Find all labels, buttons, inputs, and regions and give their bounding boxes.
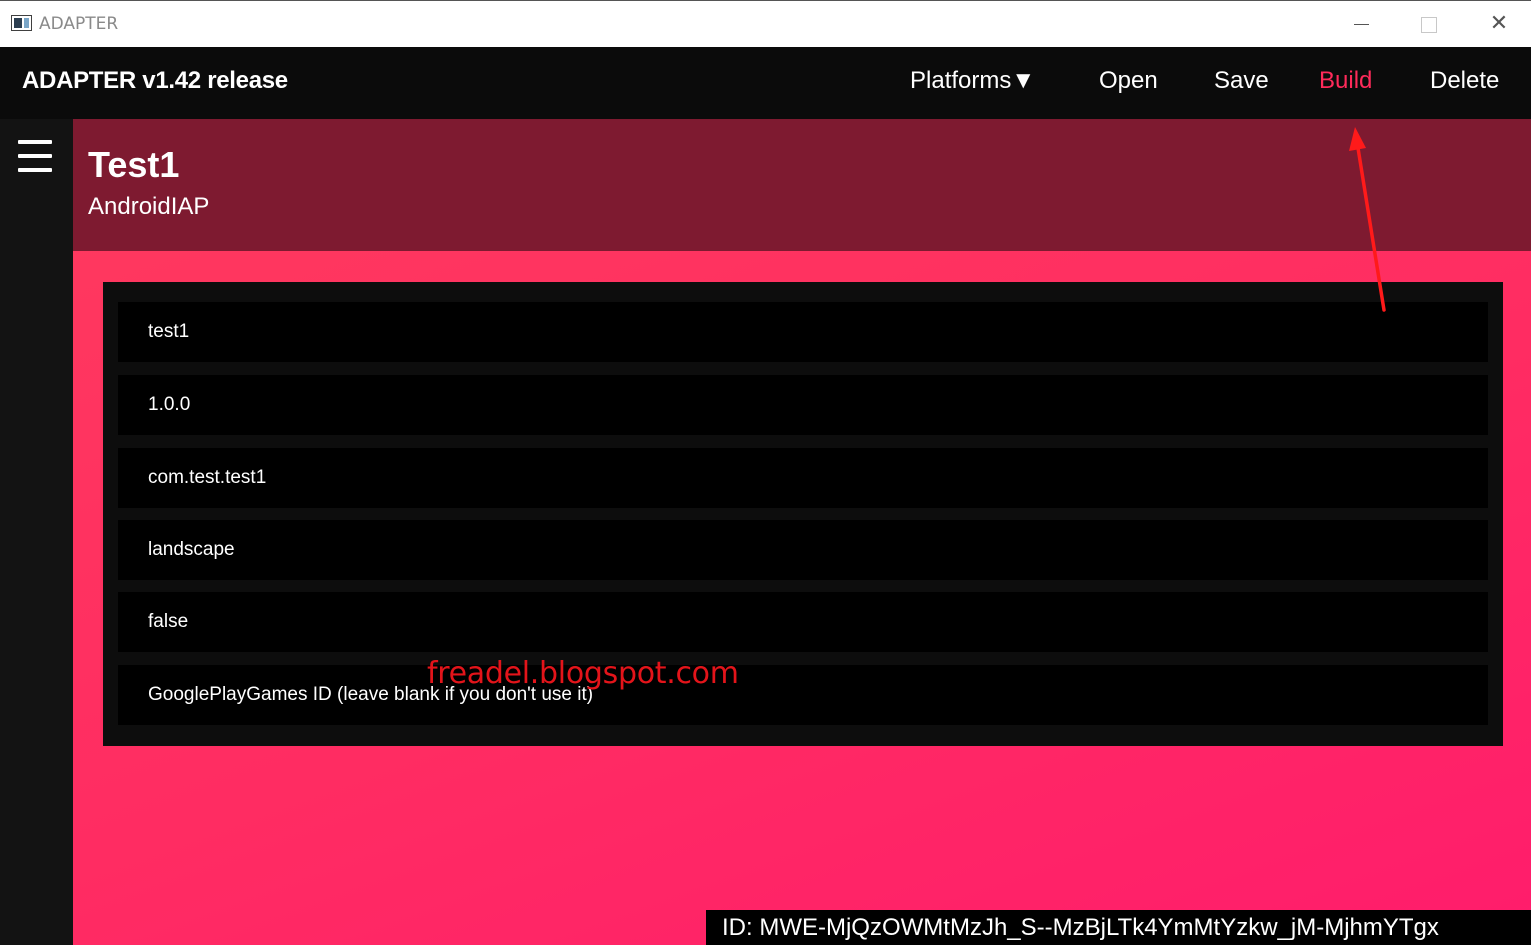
app-header-bar: ADAPTER v1.42 release Platforms▼ Open Sa… — [0, 47, 1531, 119]
app-name-field[interactable] — [118, 302, 1488, 362]
project-platform: AndroidIAP — [88, 193, 210, 220]
google-play-games-id-field[interactable] — [118, 665, 1488, 725]
sidebar — [0, 119, 73, 945]
minimize-icon[interactable] — [1346, 10, 1376, 40]
boolean-option-field[interactable] — [118, 592, 1488, 652]
close-icon[interactable]: ✕ — [1484, 10, 1514, 40]
save-button[interactable]: Save — [1214, 67, 1269, 95]
project-header: Test1 AndroidIAP — [73, 119, 1531, 251]
app-icon — [11, 15, 32, 31]
build-button[interactable]: Build — [1319, 67, 1372, 95]
project-settings-form — [103, 282, 1503, 746]
delete-button[interactable]: Delete — [1430, 67, 1499, 95]
version-field[interactable] — [118, 375, 1488, 435]
platforms-dropdown[interactable]: Platforms▼ — [910, 67, 1035, 95]
main-content: Test1 AndroidIAP — [73, 119, 1531, 945]
project-id-label: ID: MWE-MjQzOWMtMzJh_S--MzBjLTk4YmMtYzkw… — [706, 910, 1531, 945]
hamburger-menu-icon[interactable] — [18, 140, 52, 172]
maximize-icon[interactable] — [1413, 10, 1443, 40]
project-name: Test1 — [88, 144, 180, 185]
open-button[interactable]: Open — [1099, 67, 1158, 95]
package-name-field[interactable] — [118, 448, 1488, 508]
app-title: ADAPTER v1.42 release — [22, 67, 288, 94]
window-title: ADAPTER — [39, 14, 119, 34]
window-title-bar: ADAPTER ✕ — [0, 0, 1531, 47]
orientation-field[interactable] — [118, 520, 1488, 580]
watermark-text: freadel.blogspot.com — [427, 656, 739, 691]
